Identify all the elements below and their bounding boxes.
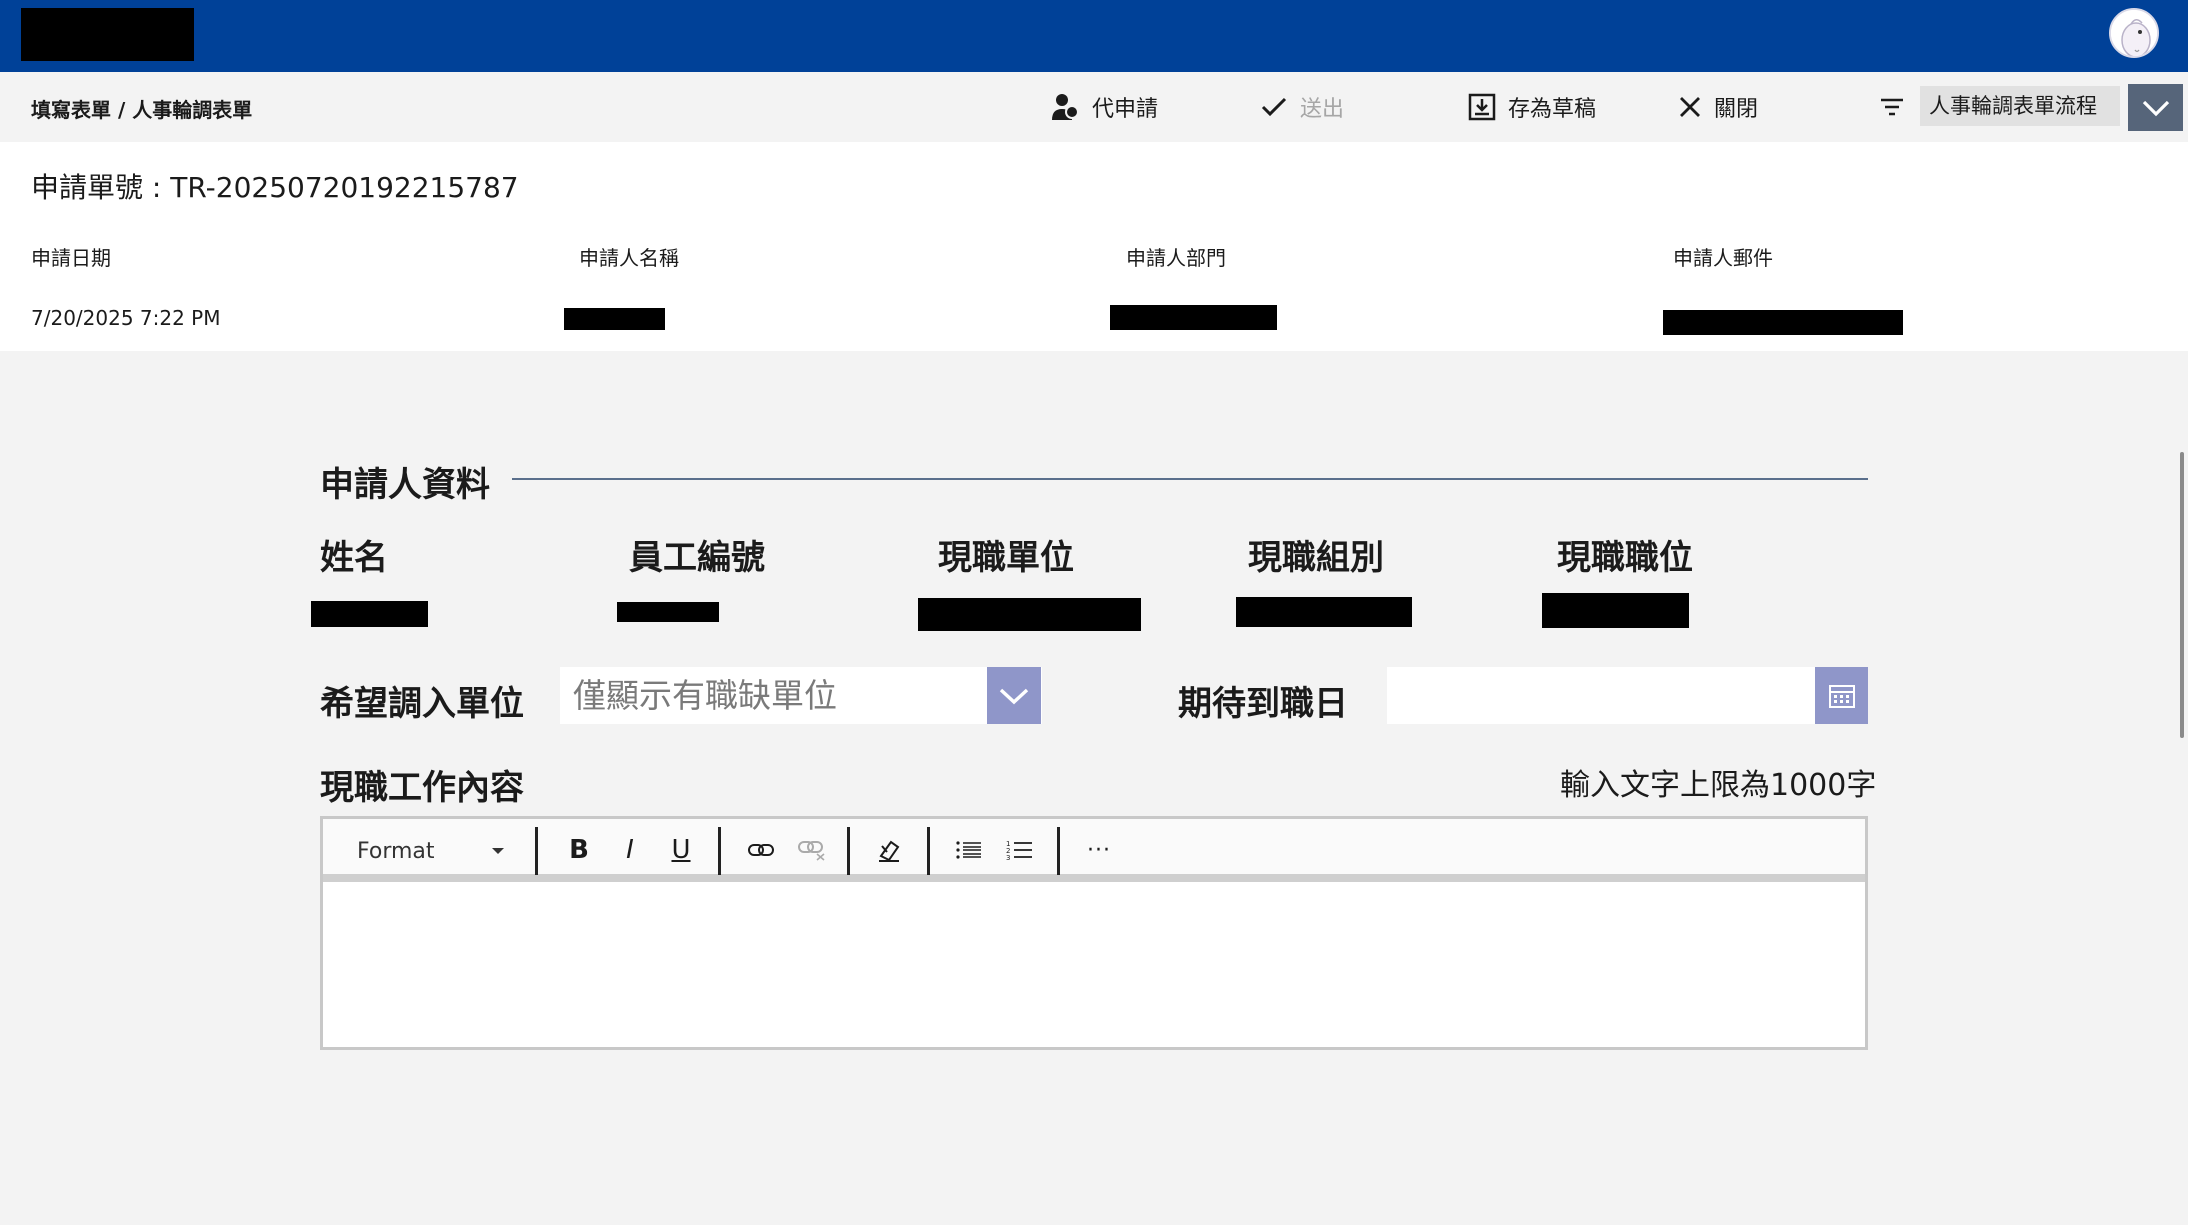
name-label: 姓名 [320, 538, 388, 578]
save-draft-label: 存為草稿 [1508, 97, 1597, 122]
more-options-button[interactable]: ··· [1081, 831, 1117, 869]
unlink-icon[interactable] [794, 831, 830, 869]
italic-button[interactable]: I [612, 831, 648, 869]
applicant-dept-redacted [1110, 305, 1277, 330]
close-icon [1680, 97, 1700, 117]
avatar[interactable] [2109, 8, 2159, 58]
current-unit-redacted [918, 598, 1141, 631]
employee-no-label: 員工編號 [629, 538, 765, 578]
job-content-textarea[interactable] [323, 890, 1865, 1047]
underline-button[interactable]: U [663, 831, 699, 869]
save-draft-button[interactable]: 存為草稿 [1468, 72, 1596, 142]
section-title: 申請人資料 [320, 465, 490, 505]
delegate-apply-label: 代申請 [1092, 97, 1159, 122]
logo-redacted [21, 8, 194, 61]
calendar-icon[interactable] [1815, 667, 1868, 724]
avatar-icon [2111, 10, 2157, 56]
format-dropdown[interactable]: Format [357, 839, 504, 864]
applicant-dept-label: 申請人部門 [1126, 246, 1226, 270]
applicant-name-label: 申請人名稱 [579, 246, 679, 270]
job-content-label: 現職工作內容 [320, 768, 524, 808]
current-position-redacted [1542, 593, 1689, 628]
submit-label: 送出 [1300, 97, 1345, 122]
bulleted-list-icon[interactable] [951, 831, 987, 869]
desired-unit-label: 希望調入單位 [320, 684, 524, 724]
name-redacted [311, 601, 428, 627]
svg-text:3: 3 [1006, 854, 1010, 861]
apply-date-value: 7/20/2025 7:22 PM [31, 306, 221, 330]
checkmark-icon [1261, 97, 1287, 117]
current-position-label: 現職職位 [1557, 538, 1693, 578]
command-bar: 填寫表單 / 人事輪調表單 代申請 送出 存為草稿 關閉 人事輪調表單流程 [0, 72, 2188, 142]
current-group-redacted [1236, 597, 1412, 627]
editor-toolbar: Format B I U 1 2 3 ··· [323, 819, 1865, 882]
person-icon [1052, 94, 1079, 120]
clear-format-icon[interactable] [871, 831, 907, 869]
expected-date-label: 期待到職日 [1178, 684, 1348, 724]
applicant-name-redacted [564, 308, 665, 330]
char-limit-text: 輸入文字上限為1000字 [1560, 768, 1877, 803]
top-app-bar [0, 0, 2188, 72]
apply-date-label: 申請日期 [31, 246, 111, 270]
application-number: 申請單號 : TR-20250720192215787 [31, 171, 519, 204]
numbered-list-icon[interactable]: 123 [1002, 831, 1038, 869]
section-divider [512, 478, 1868, 480]
rich-text-editor: Format B I U 1 2 3 ··· [320, 816, 1868, 1050]
breadcrumb: 填寫表單 / 人事輪調表單 [31, 98, 253, 122]
flow-select[interactable]: 人事輪調表單流程 [1920, 86, 2120, 126]
scrollbar-thumb[interactable] [2180, 452, 2184, 738]
close-label: 關閉 [1714, 97, 1759, 122]
format-label: Format [357, 839, 435, 864]
application-info-panel: 申請單號 : TR-20250720192215787 申請日期 申請人名稱 申… [0, 142, 2188, 351]
save-draft-icon [1468, 93, 1496, 121]
desired-unit-chevron-down-icon[interactable] [987, 667, 1041, 724]
toolbar-separator [718, 827, 721, 875]
flow-select-chevron-down-icon[interactable] [2128, 84, 2183, 131]
link-icon[interactable] [743, 831, 779, 869]
expected-date-input[interactable] [1387, 667, 1815, 724]
toolbar-separator [535, 827, 538, 875]
applicant-email-redacted [1663, 310, 1903, 335]
applicant-email-label: 申請人郵件 [1673, 246, 1773, 270]
submit-button[interactable]: 送出 [1260, 72, 1344, 142]
toolbar-separator [847, 827, 850, 875]
current-unit-label: 現職單位 [938, 538, 1074, 578]
desired-unit-dropdown[interactable]: 僅顯示有職缺單位 [560, 667, 1042, 724]
delegate-apply-button[interactable]: 代申請 [1050, 72, 1158, 142]
close-button[interactable]: 關閉 [1678, 72, 1758, 142]
filter-icon[interactable] [1878, 94, 1906, 120]
employee-no-redacted [617, 602, 719, 622]
bold-button[interactable]: B [561, 831, 597, 869]
caret-down-icon [492, 848, 504, 854]
toolbar-separator [1057, 827, 1060, 875]
current-group-label: 現職組別 [1248, 538, 1384, 578]
toolbar-separator [927, 827, 930, 875]
